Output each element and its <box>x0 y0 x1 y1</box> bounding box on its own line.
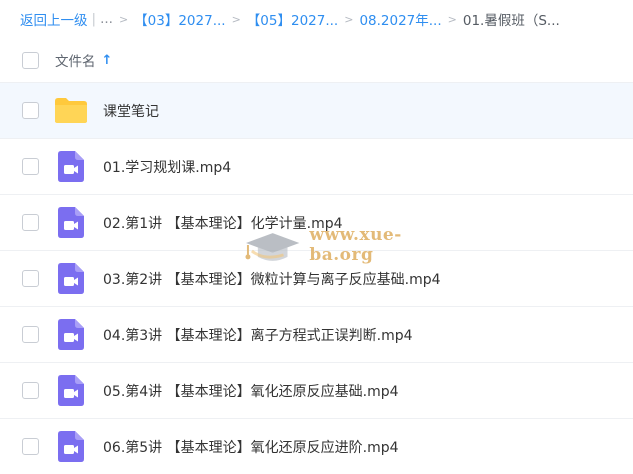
row-checkbox[interactable] <box>22 102 39 119</box>
file-list-header: 文件名 ↑ <box>0 38 633 82</box>
breadcrumb-item-1[interactable]: 【03】2027... <box>134 9 225 29</box>
list-item[interactable]: 01.学习规划课.mp4 <box>0 138 633 194</box>
back-link[interactable]: 返回上一级 <box>20 9 88 29</box>
breadcrumb: 返回上一级 | ... > 【03】2027... > 【05】2027... … <box>0 0 633 38</box>
arrow-up-icon[interactable]: ↑ <box>102 53 113 68</box>
chevron-right-icon: > <box>447 12 457 26</box>
row-checkbox[interactable] <box>22 326 39 343</box>
file-name[interactable]: 02.第1讲 【基本理论】化学计量.mp4 <box>103 213 343 233</box>
breadcrumb-divider: | <box>91 11 97 27</box>
video-file-icon <box>58 431 84 462</box>
list-item[interactable]: 06.第5讲 【基本理论】氧化还原反应进阶.mp4 <box>0 418 633 474</box>
list-item[interactable]: 课堂笔记 <box>0 82 633 138</box>
file-name[interactable]: 03.第2讲 【基本理论】微粒计算与离子反应基础.mp4 <box>103 269 441 289</box>
file-name[interactable]: 06.第5讲 【基本理论】氧化还原反应进阶.mp4 <box>103 437 399 457</box>
folder-icon <box>55 98 87 123</box>
select-all-checkbox[interactable] <box>22 51 39 69</box>
file-name[interactable]: 04.第3讲 【基本理论】离子方程式正误判断.mp4 <box>103 325 413 345</box>
row-checkbox[interactable] <box>22 214 39 231</box>
row-checkbox[interactable] <box>22 382 39 399</box>
breadcrumb-item-2[interactable]: 【05】2027... <box>247 9 338 29</box>
list-item[interactable]: 02.第1讲 【基本理论】化学计量.mp4 <box>0 194 633 250</box>
chevron-right-icon: > <box>231 12 241 26</box>
chevron-right-icon: > <box>118 12 129 26</box>
video-file-icon <box>58 319 84 350</box>
file-name[interactable]: 课堂笔记 <box>103 101 159 121</box>
list-item[interactable]: 05.第4讲 【基本理论】氧化还原反应基础.mp4 <box>0 362 633 418</box>
video-file-icon <box>58 375 84 406</box>
file-name[interactable]: 01.学习规划课.mp4 <box>103 157 231 177</box>
row-checkbox[interactable] <box>22 270 39 287</box>
list-item[interactable]: 04.第3讲 【基本理论】离子方程式正误判断.mp4 <box>0 306 633 362</box>
row-checkbox[interactable] <box>22 158 39 175</box>
row-checkbox[interactable] <box>22 438 39 455</box>
list-item[interactable]: 03.第2讲 【基本理论】微粒计算与离子反应基础.mp4 <box>0 250 633 306</box>
breadcrumb-item-3[interactable]: 08.2027年... <box>359 9 441 29</box>
video-file-icon <box>58 207 84 238</box>
breadcrumb-ellipsis[interactable]: ... <box>100 11 113 27</box>
file-list: 课堂笔记 01.学习规划课.mp4 02.第1讲 【基本理论】化学计量.mp4 <box>0 82 633 474</box>
name-column-header[interactable]: 文件名 ↑ <box>55 50 113 71</box>
chevron-right-icon: > <box>344 12 354 26</box>
file-name[interactable]: 05.第4讲 【基本理论】氧化还原反应基础.mp4 <box>103 381 399 401</box>
video-file-icon <box>58 151 84 182</box>
breadcrumb-current: 01.暑假班（S... <box>462 13 560 29</box>
name-column-label: 文件名 <box>55 54 96 70</box>
video-file-icon <box>58 263 84 294</box>
